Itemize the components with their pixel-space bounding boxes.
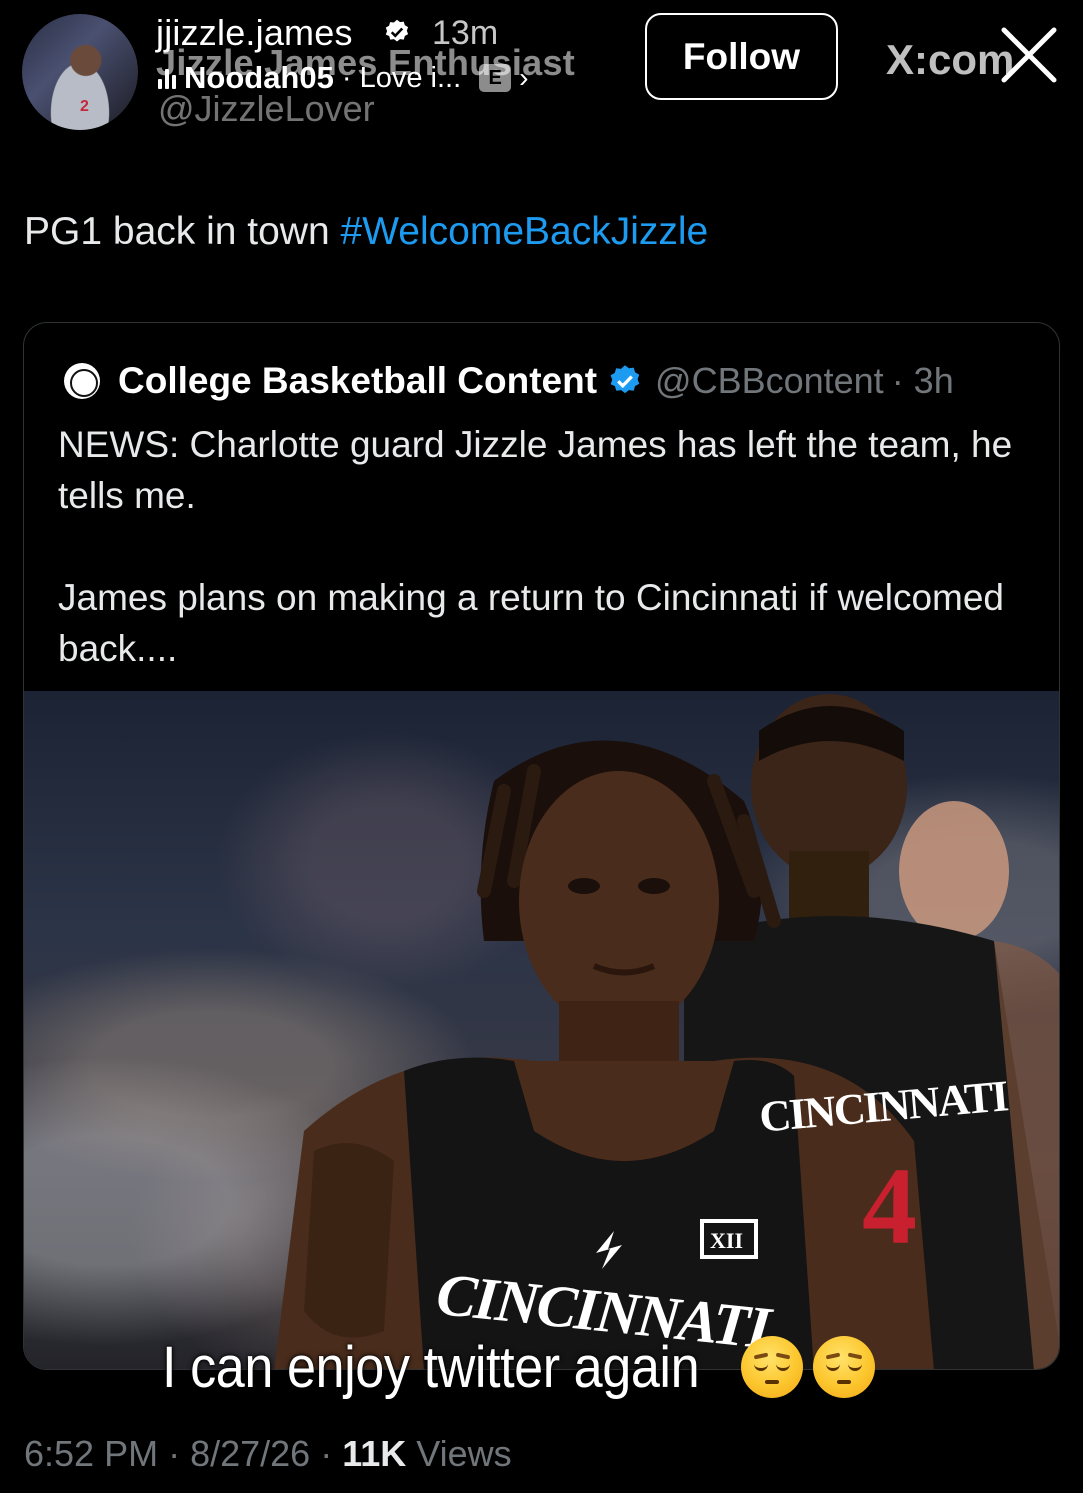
chevron-right-icon: ›	[519, 62, 529, 93]
verified-badge-icon	[385, 19, 409, 42]
tweet-body: PG1 back in town	[24, 210, 341, 253]
emoji-relieved-icon	[740, 1336, 803, 1398]
meta-separator: ·	[168, 1433, 191, 1474]
tweet-text: PG1 back in town #WelcomeBackJizzle	[24, 210, 708, 254]
story-caption: I can enjoy twitter again	[162, 1332, 875, 1402]
close-icon[interactable]	[998, 24, 1060, 86]
quote-header: College Basketball Content @CBBcontent ·…	[64, 360, 954, 402]
quoted-tweet-card[interactable]: College Basketball Content @CBBcontent ·…	[23, 322, 1060, 1370]
follow-button[interactable]: Follow	[645, 13, 838, 100]
emoji-relieved-icon	[812, 1336, 875, 1398]
quote-paragraph-2: James plans on making a return to Cincin…	[58, 577, 1005, 669]
tweet-time: 6:52 PM	[24, 1433, 159, 1474]
source-label: X:com	[886, 36, 1015, 83]
hashtag-link[interactable]: #WelcomeBackJizzle	[341, 210, 709, 253]
story-header: 2 Jizzle James Enthusiast jjizzle.james …	[0, 0, 1083, 150]
svg-text:XII: XII	[710, 1228, 743, 1253]
story-time: 13m	[432, 14, 499, 52]
music-bars-icon	[158, 67, 176, 89]
quote-paragraph-1: NEWS: Charlotte guard Jizzle James has l…	[58, 424, 1013, 516]
cbb-logo-icon	[64, 363, 100, 399]
tweet-date: 8/27/26	[190, 1433, 311, 1474]
jersey-number-bg: 4	[862, 1145, 917, 1267]
tweet-handle: @JizzleLover	[158, 88, 375, 129]
tweet-meta: 6:52 PM · 8/27/26 · 11K Views	[24, 1433, 512, 1475]
views-count: 11K	[342, 1433, 407, 1474]
verified-badge-icon	[610, 365, 640, 394]
quote-time: · 3h	[891, 360, 954, 401]
views-label: Views	[406, 1433, 512, 1474]
quote-body: NEWS: Charlotte guard Jizzle James has l…	[58, 419, 1038, 674]
caption-text: I can enjoy twitter again	[162, 1334, 700, 1400]
meta-separator: ·	[320, 1433, 343, 1474]
explicit-badge: E	[479, 64, 512, 92]
quote-author-name[interactable]: College Basketball Content	[118, 360, 597, 402]
avatar-jersey: 2	[80, 98, 89, 115]
avatar[interactable]: 2	[22, 14, 138, 130]
quote-handle[interactable]: @CBBcontent	[655, 360, 884, 402]
quote-photo[interactable]: XII CINCINNATI 4 CINCINNATI	[24, 691, 1059, 1369]
story-username[interactable]: jjizzle.james	[156, 12, 353, 54]
